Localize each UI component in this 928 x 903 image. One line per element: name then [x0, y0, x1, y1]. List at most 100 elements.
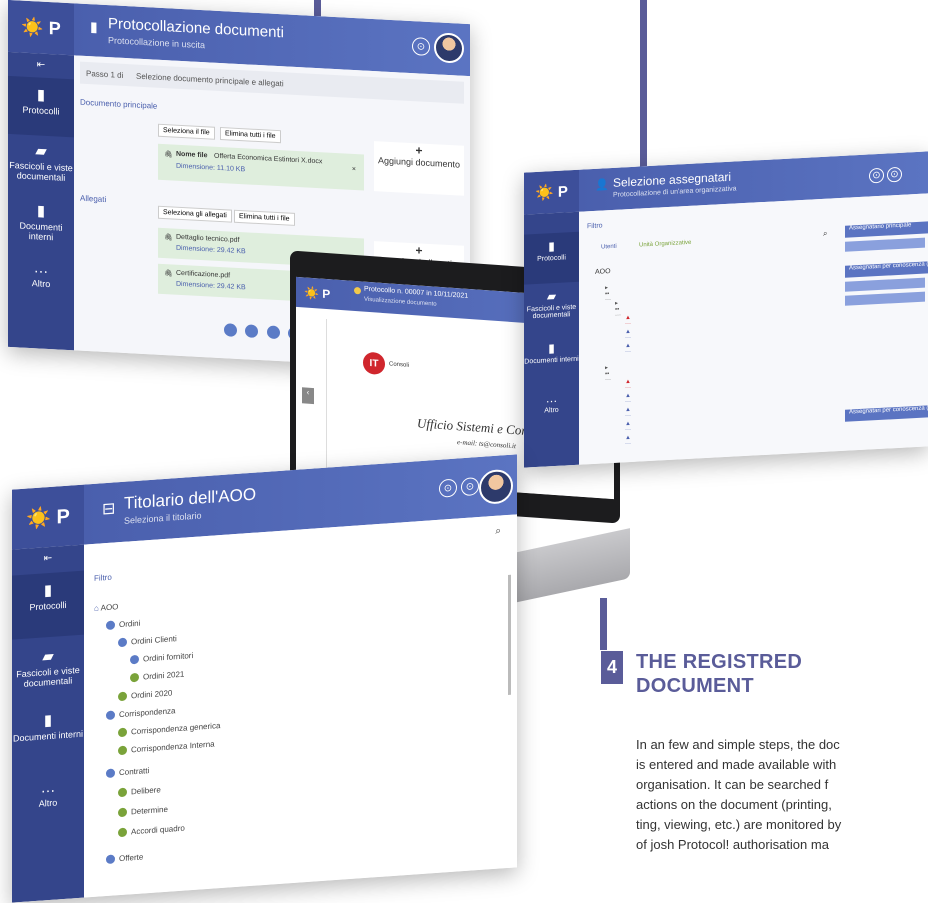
user-icon[interactable]: ▲ ··· [625, 435, 631, 447]
sidebar-item-fascicoli[interactable]: ▰ Fascicoli e viste documentali [8, 140, 74, 193]
sidebar-item-protocolli[interactable]: ▮ Protocolli [12, 570, 84, 640]
user-icon[interactable]: ▲ ··· [625, 421, 631, 433]
settings-button[interactable]: ⊙ [869, 167, 884, 184]
sidebar-item-altro[interactable]: … Altro [8, 258, 74, 301]
sidebar-item-documenti[interactable]: ▮ Documenti interni [524, 340, 579, 366]
tree-label: Corrispondenza [119, 706, 176, 720]
tree-node[interactable]: Offerte [106, 852, 143, 865]
assign-knowledge-panel[interactable]: Assegnatari per conoscenza (5) [845, 260, 928, 278]
sidebar-item-label: Altro [38, 797, 58, 809]
attachment-icon: 🖇 [164, 234, 173, 242]
assigned-user-chip[interactable] [845, 237, 925, 252]
settings-button[interactable]: ⊙ [412, 37, 430, 57]
content-area: Filtro ⌕ ⌂ AOO Ordini Ordini Clienti Ord… [84, 514, 517, 898]
assigned-user-chip[interactable] [845, 291, 925, 306]
tree-node[interactable]: Accordi quadro [118, 824, 185, 838]
settings-button[interactable]: ⊙ [439, 478, 457, 498]
folder-dot-icon [106, 768, 115, 779]
user-icon[interactable]: ▲ ··· [625, 407, 631, 419]
page-dot[interactable] [266, 325, 280, 340]
paragraph-line: of josh Protocol! authorisation ma [636, 837, 829, 852]
tree-node[interactable]: Delibere [118, 785, 161, 798]
step-label: Passo 1 di [86, 68, 124, 80]
tree-label: Contratti [119, 766, 150, 778]
tree-node[interactable]: Corrispondenza [106, 706, 176, 721]
assign-bottom-panel[interactable]: Assegnatari per conoscenza (2) [845, 404, 928, 422]
sidebar-item-documenti[interactable]: ▮ Documenti interni [12, 709, 84, 744]
page-subtitle: Protocollazione in uscita [108, 35, 206, 51]
add-document-button[interactable]: + Aggiungi documento [374, 141, 464, 196]
tab-unita-organizzative[interactable]: Unità Organizzative [639, 240, 691, 249]
sidebar-item-protocolli[interactable]: ▮ Protocolli [524, 231, 579, 285]
user-avatar[interactable] [479, 468, 513, 506]
tree-node[interactable]: Ordini 2020 [118, 688, 172, 702]
tree-node[interactable]: Determine [118, 805, 168, 818]
folder-icon: ▰ [546, 288, 557, 304]
tree-node[interactable]: ▸ ▪▪ ··· [605, 284, 611, 303]
sidebar-item-altro[interactable]: … Altro [12, 777, 84, 811]
document-icon: ▮ [43, 711, 53, 730]
more-icon: … [545, 390, 558, 406]
tab-utenti[interactable]: Utenti [601, 244, 617, 251]
leaf-dot-icon [118, 808, 127, 818]
scrollbar[interactable] [508, 574, 511, 695]
search-icon[interactable]: ⌕ [823, 229, 827, 239]
user-icon[interactable]: ▲ ··· [625, 379, 631, 391]
history-button[interactable]: ⊙ [461, 477, 479, 497]
more-icon: … [33, 259, 49, 278]
collapse-icon[interactable]: ⇤ [8, 58, 74, 72]
prev-page-button[interactable]: ‹ [302, 387, 314, 405]
connector-line-bottom [600, 598, 607, 650]
document-icon: ▮ [90, 18, 98, 35]
tree-node-root[interactable]: ⌂ AOO [94, 602, 118, 613]
tree-node[interactable]: Ordini fornitori [130, 651, 193, 665]
tree-node[interactable]: ▸ ▪▪ ··· [615, 300, 621, 319]
sidebar-item-altro[interactable]: … Altro [524, 390, 579, 416]
assigned-user-chip[interactable] [845, 277, 925, 292]
tree-node[interactable]: Ordini [106, 619, 140, 631]
leaf-dot-icon [118, 728, 127, 738]
tree-label: Ordini fornitori [143, 650, 194, 664]
sidebar-item-label: Fascicoli e viste documentali [9, 159, 73, 183]
select-file-button[interactable]: Seleziona il file [158, 123, 215, 140]
company-name: Consoli [389, 361, 410, 369]
sidebar-item-documenti[interactable]: ▮ Documenti interni [8, 200, 74, 253]
search-icon[interactable]: ⌕ [495, 525, 501, 536]
status-dot-icon [354, 286, 361, 295]
paragraph-line: ting, viewing, etc.) are monitored by [636, 817, 842, 832]
page-dot[interactable] [224, 323, 237, 338]
user-icon[interactable]: ▲ ··· [625, 343, 631, 355]
tree-node[interactable]: Corrispondenza generica [118, 721, 220, 738]
folder-icon: ▰ [42, 647, 54, 666]
tree-node[interactable]: Ordini 2021 [130, 670, 184, 683]
tree-node[interactable]: Contratti [106, 766, 150, 779]
leaf-dot-icon [118, 788, 127, 798]
leaf-dot-icon [130, 673, 139, 683]
folder-dot-icon [130, 655, 139, 665]
remove-attachments-button[interactable]: Elimina tutti i file [234, 209, 295, 226]
history-button[interactable]: ⊙ [887, 166, 902, 183]
sidebar-item-label: Documenti interni [19, 220, 63, 243]
close-icon[interactable]: × [352, 166, 356, 173]
collapse-icon[interactable]: ⇤ [12, 551, 84, 567]
home-icon: ⌂ [94, 603, 99, 613]
tree-node[interactable]: Ordini Clienti [118, 634, 177, 648]
tree-node[interactable]: Corrispondenza Interna [118, 739, 215, 756]
select-attachments-button[interactable]: Seleziona gli allegati [158, 205, 232, 223]
remove-file-button[interactable]: Elimina tutti i file [220, 127, 281, 144]
leaf-dot-icon [118, 692, 127, 702]
attachment-size: Dimensione: 29.42 KB [176, 244, 246, 256]
user-avatar[interactable] [434, 32, 464, 64]
user-icon[interactable]: ▲ ··· [625, 315, 631, 327]
tree-node[interactable]: ▸ ▪▪ ··· [605, 364, 611, 383]
user-icon[interactable]: ▲ ··· [625, 393, 631, 405]
assign-principal-panel[interactable]: Assegnatario principale [845, 220, 928, 238]
sidebar-item-label: Protocolli [537, 254, 566, 263]
app-logo: ☀️ P [524, 169, 579, 215]
sidebar-item-protocolli[interactable]: ▮ Protocolli [8, 75, 74, 138]
page-dot[interactable] [245, 324, 259, 339]
user-icon[interactable]: ▲ ··· [625, 329, 631, 341]
sidebar-item-fascicoli[interactable]: ▰ Fascicoli e viste documentali [12, 645, 84, 690]
tree-root: AOO [595, 268, 611, 276]
sidebar-item-fascicoli[interactable]: ▰ Fascicoli e viste documentali [524, 288, 579, 321]
